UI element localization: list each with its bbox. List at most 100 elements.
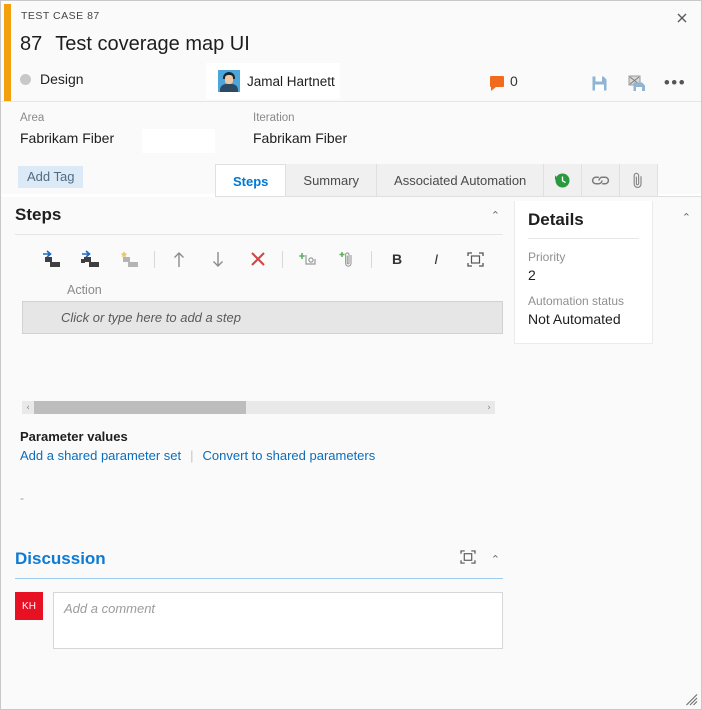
create-shared-step-button[interactable] bbox=[109, 245, 148, 273]
tab-associated-automation[interactable]: Associated Automation bbox=[377, 164, 545, 197]
dialog-content: Steps ⌃ B I Action Click or type here to… bbox=[1, 197, 701, 709]
insert-shared-steps-icon bbox=[80, 250, 99, 267]
automation-status-label: Automation status bbox=[528, 294, 625, 308]
automation-status-value[interactable]: Not Automated bbox=[528, 311, 639, 327]
more-actions-button[interactable]: ••• bbox=[664, 73, 685, 93]
move-step-down-button[interactable] bbox=[199, 245, 238, 273]
tab-attachments[interactable] bbox=[620, 164, 659, 197]
assignee-name: Jamal Hartnett bbox=[247, 73, 335, 89]
steps-column-header: Action bbox=[67, 283, 102, 297]
assigned-to-field[interactable]: Jamal Hartnett bbox=[206, 63, 340, 99]
save-and-close-button[interactable] bbox=[627, 73, 647, 93]
page-title: 87 Test coverage map UI bbox=[20, 33, 250, 56]
area-label: Area bbox=[20, 112, 45, 124]
attachment-icon bbox=[633, 172, 642, 188]
header-actions: ••• bbox=[589, 73, 685, 93]
steps-collapse-chevron-icon[interactable]: ⌃ bbox=[488, 209, 503, 222]
attach-to-step-button[interactable] bbox=[327, 245, 366, 273]
iteration-value: Fabrikam Fiber bbox=[253, 130, 348, 146]
comment-composer: KH Add a comment bbox=[15, 592, 503, 649]
discussion-collapse-chevron-icon[interactable]: ⌃ bbox=[488, 553, 503, 566]
insert-shared-steps-button[interactable] bbox=[70, 245, 109, 273]
details-title: Details bbox=[528, 210, 584, 229]
insert-step-icon bbox=[42, 250, 60, 267]
details-panel: Details Priority 2 Automation status Not… bbox=[514, 201, 653, 344]
move-up-icon bbox=[174, 251, 185, 267]
steps-section-header: Steps ⌃ bbox=[15, 205, 503, 235]
tab-history[interactable] bbox=[544, 164, 583, 197]
expand-steps-button[interactable] bbox=[456, 245, 495, 273]
close-button[interactable] bbox=[669, 7, 695, 29]
save-icon bbox=[592, 76, 606, 90]
header-meta-row: Design Jamal Hartnett 0 ••• bbox=[20, 63, 691, 99]
steps-horizontal-scrollbar[interactable]: ‹ › bbox=[22, 401, 495, 414]
area-value: Fabrikam Fiber bbox=[20, 130, 115, 146]
comment-count[interactable]: 0 bbox=[490, 73, 518, 91]
parameter-links: Add a shared parameter set | Convert to … bbox=[20, 448, 500, 463]
save-button[interactable] bbox=[589, 73, 609, 93]
scrollbar-track[interactable] bbox=[34, 401, 483, 414]
tab-links[interactable] bbox=[582, 164, 621, 197]
work-item-type-accent-bar bbox=[4, 4, 11, 101]
parameter-values-title: Parameter values bbox=[20, 429, 128, 444]
move-step-up-button[interactable] bbox=[160, 245, 199, 273]
add-shared-parameter-set-link[interactable]: Add a shared parameter set bbox=[20, 448, 181, 463]
state-field[interactable]: Design bbox=[20, 71, 84, 87]
close-icon bbox=[677, 13, 687, 23]
toolbar-separator bbox=[371, 250, 373, 268]
test-case-dialog: TEST CASE 87 87 Test coverage map UI Des… bbox=[0, 0, 702, 710]
insert-step-button[interactable] bbox=[31, 245, 70, 273]
parameter-empty-value: - bbox=[20, 491, 24, 505]
bold-button[interactable]: B bbox=[377, 245, 416, 273]
discussion-header: Discussion ⌃ bbox=[15, 549, 503, 579]
add-tag-button[interactable]: Add Tag bbox=[18, 166, 84, 188]
toolbar-separator bbox=[282, 250, 284, 268]
discussion-header-actions: ⌃ bbox=[460, 549, 503, 569]
italic-button[interactable]: I bbox=[417, 245, 456, 273]
resize-grip-icon bbox=[686, 694, 698, 706]
current-user-avatar: KH bbox=[15, 592, 43, 620]
discussion-section: Discussion ⌃ KH Add a comment bbox=[15, 549, 503, 649]
scrollbar-thumb[interactable] bbox=[34, 401, 246, 414]
link-icon bbox=[592, 176, 610, 185]
details-header: Details bbox=[528, 210, 639, 239]
resize-grip[interactable] bbox=[685, 693, 698, 706]
move-down-icon bbox=[213, 251, 224, 267]
link-divider: | bbox=[190, 448, 194, 463]
expand-icon bbox=[467, 251, 484, 267]
tab-strip: Steps Summary Associated Automation bbox=[215, 164, 701, 197]
scroll-left-arrow-icon[interactable]: ‹ bbox=[22, 403, 34, 413]
expand-icon bbox=[460, 549, 476, 564]
create-shared-step-icon bbox=[120, 251, 138, 267]
work-item-id: 87 bbox=[20, 33, 43, 55]
steps-toolbar: B I bbox=[15, 235, 503, 281]
area-input-overlay[interactable] bbox=[142, 129, 215, 153]
convert-to-shared-parameters-link[interactable]: Convert to shared parameters bbox=[203, 448, 376, 463]
breadcrumb: TEST CASE 87 bbox=[21, 10, 100, 22]
discussion-expand-button[interactable] bbox=[460, 549, 476, 569]
iteration-field[interactable]: Iteration Fabrikam Fiber bbox=[253, 112, 347, 146]
tab-summary[interactable]: Summary bbox=[286, 164, 378, 197]
add-parameter-icon bbox=[298, 252, 316, 265]
tab-steps[interactable]: Steps bbox=[215, 164, 287, 197]
priority-value[interactable]: 2 bbox=[528, 267, 639, 283]
add-step-row[interactable]: Click or type here to add a step bbox=[22, 301, 503, 334]
avatar bbox=[218, 70, 240, 92]
history-icon bbox=[555, 173, 570, 188]
comment-bubble-icon bbox=[490, 75, 504, 91]
toolbar-separator bbox=[153, 250, 155, 268]
iteration-label: Iteration bbox=[253, 112, 295, 124]
attach-file-icon bbox=[339, 252, 352, 267]
details-collapse-chevron-icon[interactable]: ⌃ bbox=[682, 211, 691, 224]
steps-panel: Steps ⌃ B I Action Click or type here to… bbox=[15, 205, 503, 334]
scroll-right-arrow-icon[interactable]: › bbox=[483, 403, 495, 413]
delete-icon bbox=[250, 252, 265, 266]
comment-count-value: 0 bbox=[510, 73, 518, 89]
delete-step-button[interactable] bbox=[238, 245, 277, 273]
comment-input[interactable]: Add a comment bbox=[53, 592, 503, 649]
discussion-title: Discussion bbox=[15, 549, 106, 568]
work-item-title[interactable]: Test coverage map UI bbox=[55, 33, 250, 56]
insert-parameter-button[interactable] bbox=[288, 245, 327, 273]
state-label: Design bbox=[40, 71, 84, 87]
area-field[interactable]: Area Fabrikam Fiber bbox=[20, 112, 114, 146]
